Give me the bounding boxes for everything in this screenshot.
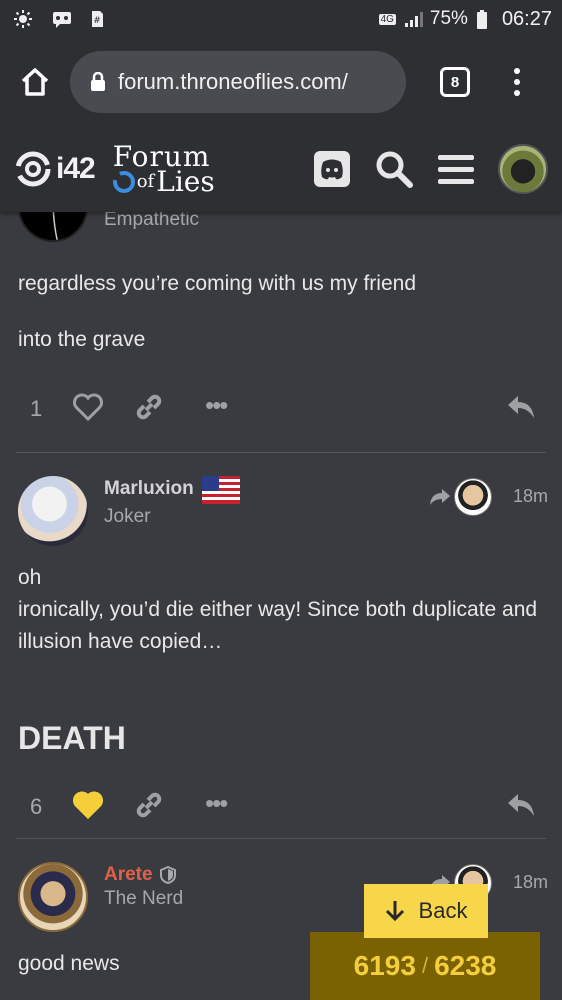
post-paragraph: good news — [18, 952, 120, 975]
status-bar: # 4G 75% 06:27 — [0, 0, 562, 38]
reply-icon — [508, 395, 534, 418]
progress-current: 6193 — [353, 950, 416, 981]
us-flag-icon — [202, 476, 240, 509]
link-icon — [136, 792, 162, 817]
shield-icon — [160, 865, 176, 889]
reply-to-avatar — [454, 478, 492, 516]
like-button[interactable] — [72, 393, 104, 426]
username[interactable]: Arete — [104, 864, 153, 886]
forum-of-lies-logo[interactable]: Forum of Lies — [112, 142, 215, 196]
search-button[interactable] — [374, 149, 414, 189]
reply-button[interactable] — [506, 792, 536, 823]
i42-logo[interactable]: i42 — [14, 150, 96, 188]
link-icon — [136, 394, 162, 419]
user-title: Joker — [104, 506, 151, 527]
share-link-button[interactable] — [134, 790, 164, 825]
battery-percent: 75% — [429, 8, 468, 29]
avatar[interactable] — [18, 862, 88, 932]
more-actions-button[interactable]: ••• — [205, 788, 228, 819]
user-title: Empathetic — [104, 212, 200, 230]
home-button[interactable] — [0, 38, 70, 126]
hamburger-menu-button[interactable] — [436, 149, 476, 189]
like-button[interactable] — [72, 791, 104, 824]
post-heading: DEATH — [18, 720, 126, 756]
browser-toolbar: forum.throneoflies.com/ 8 — [0, 38, 562, 126]
more-actions-button[interactable]: ••• — [205, 390, 228, 421]
discord-button[interactable] — [312, 149, 352, 189]
post-time[interactable]: 18m — [513, 486, 548, 507]
post-divider — [16, 452, 546, 453]
home-icon — [21, 68, 49, 96]
share-arrow-icon — [430, 489, 450, 505]
reply-button[interactable] — [506, 394, 536, 425]
heart-outline-icon — [73, 393, 103, 421]
blue-swirl-icon — [112, 170, 135, 193]
address-bar[interactable]: forum.throneoflies.com/ — [70, 51, 406, 113]
reply-icon — [508, 793, 534, 816]
current-user-avatar[interactable] — [498, 144, 548, 194]
user-title: The Nerd — [104, 888, 184, 909]
back-button[interactable]: Back — [364, 884, 488, 938]
brightness-icon — [14, 10, 32, 28]
tab-switcher-button[interactable]: 8 — [440, 67, 470, 97]
sim-icon: # — [90, 10, 108, 28]
post-paragraph: regardless you’re coming with us my frie… — [18, 272, 416, 295]
swirl-logo-icon — [15, 151, 51, 187]
topic-progress[interactable]: 6193 / 6238 — [310, 932, 540, 1000]
post-paragraph: into the grave — [18, 328, 146, 351]
topic-stream: Empathetic regardless you’re coming with… — [0, 212, 562, 1000]
post-time[interactable]: 18m — [513, 872, 548, 893]
lock-icon — [91, 72, 105, 91]
heart-filled-icon — [73, 791, 103, 819]
arrow-down-icon — [385, 901, 404, 922]
post-paragraph: oh — [18, 566, 42, 589]
clock: 06:27 — [501, 7, 552, 30]
share-link-button[interactable] — [134, 392, 164, 427]
voicemail-icon — [52, 10, 71, 28]
search-icon — [376, 151, 413, 188]
post-paragraph: ironically, you’d die either way! Since … — [18, 598, 538, 653]
battery-icon — [476, 10, 494, 29]
like-count[interactable]: 6 — [30, 794, 42, 820]
avatar[interactable] — [18, 212, 88, 242]
browser-menu-button[interactable] — [512, 68, 522, 96]
discord-icon — [314, 151, 350, 187]
signal-icon — [404, 10, 423, 28]
network-type: 4G — [378, 13, 396, 25]
username[interactable]: Marluxion — [104, 478, 194, 500]
like-count[interactable]: 1 — [30, 396, 42, 422]
back-label: Back — [418, 898, 468, 923]
hamburger-icon — [438, 155, 474, 184]
reply-to-indicator[interactable] — [428, 478, 492, 516]
avatar[interactable] — [18, 476, 88, 546]
progress-separator: / — [421, 953, 429, 978]
site-header: i42 Forum of Lies — [0, 126, 562, 212]
post-divider — [16, 838, 546, 839]
post-actions: 1 ••• — [0, 384, 562, 434]
post-actions: 6 ••• — [0, 782, 562, 832]
svg-text:#: # — [93, 16, 101, 26]
progress-total: 6238 — [434, 950, 497, 981]
url-text: forum.throneoflies.com/ — [118, 69, 348, 94]
